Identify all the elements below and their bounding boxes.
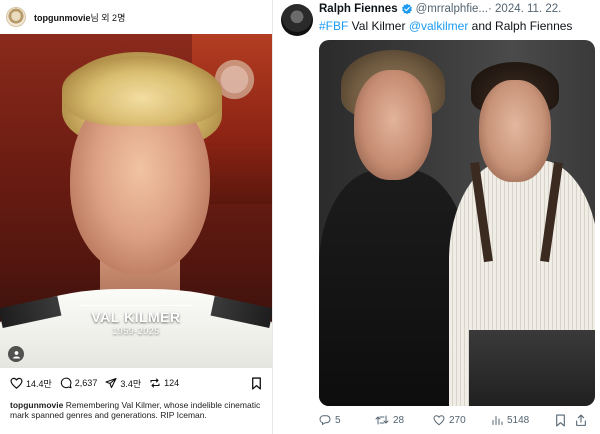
tweet-date[interactable]: · 2024. 11. 22. bbox=[488, 3, 561, 15]
post-header: topgunmovie님 외 2명 bbox=[0, 0, 272, 34]
tweet-text-part-2: and Ralph Fiennes bbox=[468, 19, 573, 33]
retweet-count: 28 bbox=[393, 414, 405, 426]
like-button[interactable]: 14.4만 bbox=[10, 377, 52, 390]
heart-icon bbox=[433, 415, 445, 426]
heart-icon bbox=[10, 377, 23, 389]
views-icon bbox=[492, 416, 503, 425]
user-tag-icon[interactable] bbox=[8, 346, 24, 362]
send-icon bbox=[105, 377, 117, 389]
bookmark-button[interactable] bbox=[555, 414, 575, 427]
avatar[interactable] bbox=[6, 7, 26, 27]
post-caption: topgunmovie Remembering Val Kilmer, whos… bbox=[10, 400, 265, 420]
retweet-button[interactable]: 28 bbox=[375, 414, 433, 426]
mention-link[interactable]: @valkilmer bbox=[409, 19, 469, 33]
view-count: 5148 bbox=[507, 414, 530, 426]
title-divider bbox=[80, 305, 192, 306]
post-image[interactable]: VAL KILMER 1959-2025 bbox=[0, 34, 272, 368]
username[interactable]: topgunmovie bbox=[34, 13, 91, 23]
tweet-text: #FBF Val Kilmer @valkilmer and Ralph Fie… bbox=[319, 19, 599, 33]
avatar[interactable] bbox=[281, 4, 313, 36]
collaborators-label[interactable]: 님 외 2명 bbox=[91, 13, 126, 23]
repost-icon bbox=[150, 378, 160, 388]
repost-button[interactable]: 124 bbox=[149, 377, 179, 389]
photo-title: VAL KILMER bbox=[91, 309, 181, 325]
instagram-post: topgunmovie님 외 2명 VAL KILMER 1959-2025 1… bbox=[0, 0, 272, 434]
tweet-text-part-1: Val Kilmer bbox=[348, 19, 409, 33]
views-button[interactable]: 5148 bbox=[491, 414, 555, 426]
tweet: Ralph Fiennes @mrralphfie... · 2024. 11.… bbox=[273, 0, 600, 434]
display-name[interactable]: Ralph Fiennes bbox=[319, 3, 398, 15]
share-count: 3.4만 bbox=[120, 378, 142, 389]
share-button[interactable] bbox=[575, 414, 595, 427]
repost-count: 124 bbox=[164, 378, 180, 388]
action-bar: 14.4만 2,637 3.4만 124 bbox=[0, 372, 272, 394]
reply-button[interactable]: 5 bbox=[319, 414, 375, 426]
tweet-header: Ralph Fiennes @mrralphfie... · 2024. 11.… bbox=[319, 3, 599, 15]
photo-years: 1959-2025 bbox=[112, 326, 160, 336]
bookmark-icon[interactable] bbox=[251, 377, 262, 390]
user-handle[interactable]: @mrralphfie... bbox=[416, 3, 488, 15]
bookmark-icon bbox=[556, 414, 565, 426]
comment-count: 2,637 bbox=[74, 378, 98, 388]
share-icon bbox=[576, 414, 586, 426]
like-count: 14.4만 bbox=[26, 378, 52, 389]
caption-username[interactable]: topgunmovie bbox=[10, 400, 63, 410]
share-button[interactable]: 3.4만 bbox=[105, 377, 141, 390]
comment-button[interactable]: 2,637 bbox=[60, 377, 98, 389]
tweet-action-bar: 5 28 270 5148 bbox=[319, 412, 599, 428]
like-button[interactable]: 270 bbox=[433, 414, 491, 426]
verified-badge-icon bbox=[401, 3, 413, 15]
tweet-image[interactable] bbox=[319, 40, 595, 406]
reply-count: 5 bbox=[335, 414, 341, 426]
hashtag-link[interactable]: #FBF bbox=[319, 19, 348, 33]
comment-icon bbox=[60, 377, 72, 389]
like-count: 270 bbox=[449, 414, 466, 426]
reply-icon bbox=[319, 415, 331, 425]
retweet-icon bbox=[375, 415, 389, 425]
post-author[interactable]: topgunmovie님 외 2명 bbox=[34, 11, 125, 24]
